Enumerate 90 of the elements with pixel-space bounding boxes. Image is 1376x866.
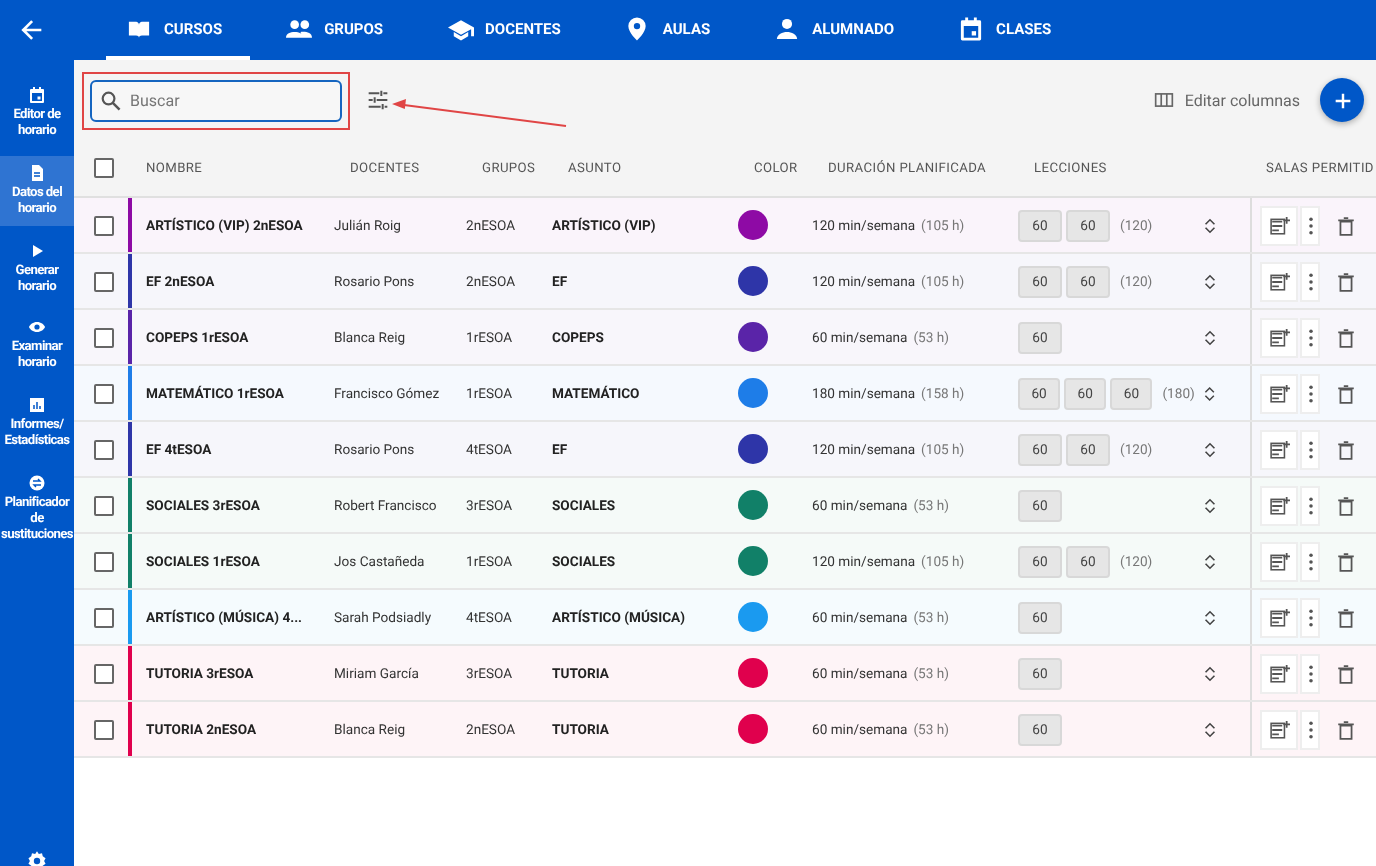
more-button[interactable] bbox=[1300, 541, 1320, 581]
more-button[interactable] bbox=[1300, 597, 1320, 637]
more-vertical-icon bbox=[1307, 607, 1313, 627]
back-arrow-icon[interactable] bbox=[20, 18, 44, 42]
list-add-icon bbox=[1269, 495, 1289, 515]
list-add-icon bbox=[1269, 439, 1289, 459]
expand-chevrons-icon bbox=[1202, 271, 1218, 291]
expand-chevrons-icon bbox=[1202, 439, 1218, 459]
add-room-button[interactable] bbox=[1260, 653, 1298, 693]
expand-chevrons-icon bbox=[1202, 719, 1218, 739]
expand-chevrons-icon bbox=[1202, 663, 1218, 683]
list-add-icon bbox=[1269, 607, 1289, 627]
more-button[interactable] bbox=[1300, 373, 1320, 413]
chart-icon bbox=[28, 396, 46, 415]
more-button[interactable] bbox=[1300, 317, 1320, 357]
more-button[interactable] bbox=[1300, 205, 1320, 245]
add-room-button[interactable] bbox=[1260, 317, 1298, 357]
delete-icon[interactable] bbox=[1336, 719, 1356, 739]
more-button[interactable] bbox=[1300, 709, 1320, 749]
add-button[interactable] bbox=[1320, 78, 1364, 122]
more-button[interactable] bbox=[1300, 485, 1320, 525]
calendar-icon bbox=[958, 15, 985, 41]
add-room-button[interactable] bbox=[1260, 541, 1298, 581]
more-vertical-icon bbox=[1307, 383, 1313, 403]
checkbox[interactable] bbox=[93, 551, 113, 571]
list-add-icon bbox=[1269, 215, 1289, 235]
checkbox[interactable] bbox=[93, 327, 113, 347]
graduation-cap-icon bbox=[447, 15, 474, 41]
delete-icon[interactable] bbox=[1336, 663, 1356, 683]
person-icon bbox=[774, 15, 801, 41]
location-pin-icon bbox=[624, 15, 651, 41]
delete-icon[interactable] bbox=[1336, 271, 1356, 291]
checkbox[interactable] bbox=[93, 158, 113, 178]
play-icon bbox=[28, 241, 46, 260]
people-icon bbox=[286, 15, 313, 41]
expand-chevrons-icon bbox=[1202, 607, 1218, 627]
more-button[interactable] bbox=[1300, 653, 1320, 693]
expand-chevrons-icon bbox=[1202, 327, 1218, 347]
edit-columns-button[interactable]: Editar columnas bbox=[1154, 90, 1300, 110]
plus-icon bbox=[1331, 89, 1353, 111]
list-add-icon bbox=[1269, 663, 1289, 683]
filter-sliders-icon[interactable] bbox=[366, 88, 390, 112]
add-room-button[interactable] bbox=[1260, 373, 1298, 413]
checkbox[interactable] bbox=[93, 607, 113, 627]
expand-chevrons-icon bbox=[1202, 495, 1218, 515]
more-vertical-icon bbox=[1307, 663, 1313, 683]
checkbox[interactable] bbox=[93, 215, 113, 235]
add-room-button[interactable] bbox=[1260, 485, 1298, 525]
expand-chevrons-icon bbox=[1202, 215, 1218, 235]
list-add-icon bbox=[1269, 551, 1289, 571]
delete-icon[interactable] bbox=[1336, 215, 1356, 235]
columns-icon bbox=[1154, 90, 1175, 110]
more-vertical-icon bbox=[1307, 551, 1313, 571]
delete-icon[interactable] bbox=[1336, 607, 1356, 627]
checkbox[interactable] bbox=[93, 439, 113, 459]
search-field[interactable]: Buscar bbox=[90, 80, 342, 122]
add-room-button[interactable] bbox=[1260, 709, 1298, 749]
list-add-icon bbox=[1269, 719, 1289, 739]
more-vertical-icon bbox=[1307, 439, 1313, 459]
add-room-button[interactable] bbox=[1260, 261, 1298, 301]
more-vertical-icon bbox=[1307, 327, 1313, 347]
delete-icon[interactable] bbox=[1336, 327, 1356, 347]
more-button[interactable] bbox=[1300, 261, 1320, 301]
more-vertical-icon bbox=[1307, 215, 1313, 235]
delete-icon[interactable] bbox=[1336, 495, 1356, 515]
add-room-button[interactable] bbox=[1260, 597, 1298, 637]
expand-chevrons-icon bbox=[1202, 383, 1219, 403]
calendar-icon bbox=[28, 86, 46, 104]
document-icon bbox=[28, 163, 46, 182]
checkbox[interactable] bbox=[93, 271, 113, 291]
list-add-icon bbox=[1269, 271, 1289, 291]
delete-icon[interactable] bbox=[1336, 439, 1356, 459]
delete-icon[interactable] bbox=[1336, 551, 1356, 571]
expand-chevrons-icon bbox=[1202, 551, 1218, 571]
checkbox[interactable] bbox=[93, 383, 113, 403]
list-add-icon bbox=[1269, 327, 1289, 347]
checkbox[interactable] bbox=[93, 495, 113, 515]
checkbox[interactable] bbox=[93, 719, 113, 739]
circle-arrows-icon bbox=[28, 474, 46, 493]
add-room-button[interactable] bbox=[1260, 205, 1298, 245]
more-vertical-icon bbox=[1307, 271, 1313, 291]
more-vertical-icon bbox=[1307, 495, 1313, 515]
eye-icon bbox=[28, 318, 46, 337]
more-button[interactable] bbox=[1300, 429, 1320, 469]
checkbox[interactable] bbox=[93, 663, 113, 683]
list-add-icon bbox=[1269, 383, 1289, 403]
delete-icon[interactable] bbox=[1336, 383, 1356, 403]
more-vertical-icon bbox=[1307, 719, 1313, 739]
settings-icon[interactable] bbox=[26, 850, 48, 866]
add-room-button[interactable] bbox=[1260, 429, 1298, 469]
